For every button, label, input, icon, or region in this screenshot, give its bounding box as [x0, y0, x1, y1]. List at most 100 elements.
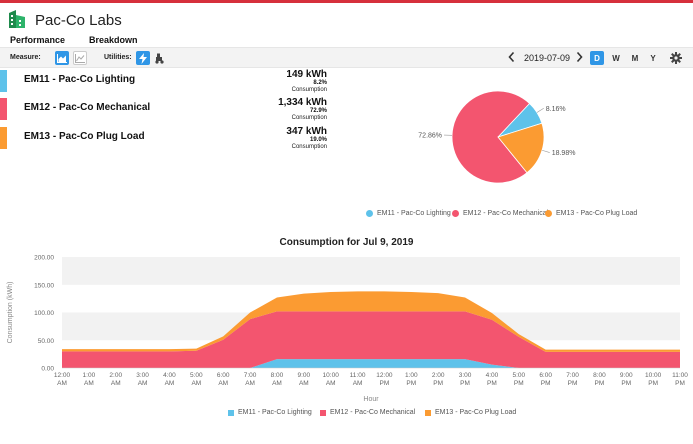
- next-date-button[interactable]: [576, 51, 583, 66]
- period-day-button[interactable]: D: [590, 51, 604, 65]
- meter-caption: Consumption: [291, 87, 327, 93]
- pie-legend-lighting[interactable]: EM11 - Pac-Co Lighting: [366, 210, 451, 217]
- legend-dot: [366, 210, 373, 217]
- measure-label: Measure:: [10, 54, 41, 61]
- x-tick-label: AM: [353, 380, 363, 387]
- y-tick-label: 200.00: [34, 255, 54, 262]
- meter-row-mechanical[interactable]: EM12 - Pac-Co Mechanical 1,334 kWh 72.9%…: [0, 98, 340, 122]
- legend-label: EM12 - Pac-Co Mechanical: [463, 210, 549, 217]
- legend-square: [228, 409, 234, 416]
- x-tick-label: 1:00: [405, 372, 418, 379]
- date-display[interactable]: 2019-07-09: [524, 53, 570, 63]
- legend-dot: [545, 210, 552, 217]
- x-tick-label: AM: [57, 380, 67, 387]
- meter-percent: 19.0%: [309, 137, 327, 143]
- utility-gas-button[interactable]: [152, 51, 166, 65]
- tab-breakdown[interactable]: Breakdown: [83, 35, 143, 49]
- tab-performance[interactable]: Performance: [10, 35, 65, 45]
- pie-label-mechanical: 72.86%: [418, 133, 442, 140]
- chevron-left-icon: [508, 51, 515, 63]
- y-tick-label: 50.00: [38, 338, 55, 345]
- meter-name: EM13 - Pac-Co Plug Load: [24, 131, 145, 142]
- measure-area-chart-button[interactable]: [55, 51, 69, 65]
- legend-label: EM12 - Pac-Co Mechanical: [330, 409, 416, 416]
- area-legend-mechanical[interactable]: EM12 - Pac-Co Mechanical: [320, 409, 415, 416]
- pie-label-plug-load: 18.98%: [552, 150, 576, 157]
- x-tick-label: 8:00: [271, 372, 284, 379]
- legend-label: EM13 - Pac-Co Plug Load: [435, 409, 517, 416]
- meter-row-plug-load[interactable]: EM13 - Pac-Co Plug Load 347 kWh 19.0% Co…: [0, 126, 340, 150]
- x-tick-label: PM: [514, 380, 524, 387]
- x-tick-label: 5:00: [190, 372, 203, 379]
- meter-percent: 8.2%: [313, 80, 327, 86]
- x-tick-label: AM: [165, 380, 175, 387]
- line-chart-icon: [75, 53, 85, 63]
- period-week-button[interactable]: W: [609, 51, 623, 65]
- toolbar: Measure: Utilities: 2019-07-09 D W M Y: [0, 47, 693, 68]
- x-tick-label: 12:00: [376, 372, 393, 379]
- meter-row-lighting[interactable]: EM11 - Pac-Co Lighting 149 kWh 8.2% Cons…: [0, 70, 340, 94]
- x-tick-label: PM: [487, 380, 497, 387]
- period-month-button[interactable]: M: [628, 51, 642, 65]
- meter-values: 149 kWh 8.2% Consumption: [250, 70, 327, 94]
- x-tick-label: AM: [245, 380, 255, 387]
- area-legend-lighting[interactable]: EM11 - Pac-Co Lighting: [228, 409, 312, 416]
- y-tick-label: 150.00: [34, 282, 54, 289]
- utilities-label: Utilities:: [104, 54, 132, 61]
- pie-legend-plug-load[interactable]: EM13 - Pac-Co Plug Load: [545, 210, 637, 217]
- x-tick-label: PM: [460, 380, 470, 387]
- legend-dot: [452, 210, 459, 217]
- x-tick-label: AM: [218, 380, 228, 387]
- x-tick-label: 3:00: [136, 372, 149, 379]
- meter-name: EM12 - Pac-Co Mechanical: [24, 102, 151, 113]
- x-tick-label: AM: [299, 380, 309, 387]
- period-year-button[interactable]: Y: [646, 51, 660, 65]
- x-tick-label: PM: [541, 380, 551, 387]
- lighting-color-swatch: [0, 70, 7, 92]
- utility-electricity-button[interactable]: [136, 51, 150, 65]
- y-tick-label: 100.00: [34, 310, 54, 317]
- x-tick-label: 3:00: [459, 372, 472, 379]
- x-tick-label: 5:00: [512, 372, 525, 379]
- chevron-right-icon: [576, 51, 583, 63]
- x-tick-label: 10:00: [323, 372, 340, 379]
- x-tick-label: 6:00: [217, 372, 230, 379]
- meter-kwh: 347 kWh: [286, 126, 327, 137]
- previous-date-button[interactable]: [508, 51, 515, 66]
- mechanical-color-swatch: [0, 98, 7, 120]
- meter-values: 1,334 kWh 72.9% Consumption: [250, 98, 327, 122]
- x-tick-label: AM: [111, 380, 121, 387]
- x-tick-label: PM: [621, 380, 631, 387]
- x-tick-label: AM: [326, 380, 336, 387]
- lightning-bolt-icon: [139, 52, 147, 64]
- pie-label-lighting: 8.16%: [546, 106, 566, 113]
- measure-line-chart-button[interactable]: [73, 51, 87, 65]
- x-tick-label: AM: [138, 380, 148, 387]
- legend-label: EM11 - Pac-Co Lighting: [377, 210, 451, 217]
- x-tick-label: PM: [380, 380, 390, 387]
- meter-percent: 72.9%: [309, 108, 327, 114]
- plug-load-color-swatch: [0, 127, 7, 149]
- x-tick-label: AM: [272, 380, 282, 387]
- meter-caption: Consumption: [291, 144, 327, 150]
- meter-name: EM11 - Pac-Co Lighting: [24, 74, 136, 85]
- meter-kwh: 1,334 kWh: [278, 97, 327, 108]
- pie-legend-mechanical[interactable]: EM12 - Pac-Co Mechanical: [452, 210, 548, 217]
- x-tick-label: 6:00: [539, 372, 552, 379]
- x-tick-label: PM: [433, 380, 443, 387]
- area-legend-plug-load[interactable]: EM13 - Pac-Co Plug Load: [425, 409, 516, 416]
- legend-label: EM11 - Pac-Co Lighting: [238, 409, 312, 416]
- gear-icon[interactable]: [670, 52, 682, 64]
- x-tick-label: 2:00: [109, 372, 122, 379]
- x-axis-label: Hour: [363, 396, 379, 403]
- meter-caption: Consumption: [291, 115, 327, 121]
- x-tick-label: 4:00: [486, 372, 499, 379]
- x-tick-label: PM: [406, 380, 416, 387]
- x-axis: 12:00AM1:00AM2:00AM3:00AM4:00AM5:00AM6:0…: [54, 367, 688, 387]
- x-tick-label: PM: [595, 380, 605, 387]
- x-tick-label: PM: [648, 380, 658, 387]
- x-tick-label: 8:00: [593, 372, 606, 379]
- x-tick-label: 12:00: [54, 372, 71, 379]
- x-tick-label: 7:00: [566, 372, 579, 379]
- y-axis-label: Consumption (kWh): [7, 282, 14, 344]
